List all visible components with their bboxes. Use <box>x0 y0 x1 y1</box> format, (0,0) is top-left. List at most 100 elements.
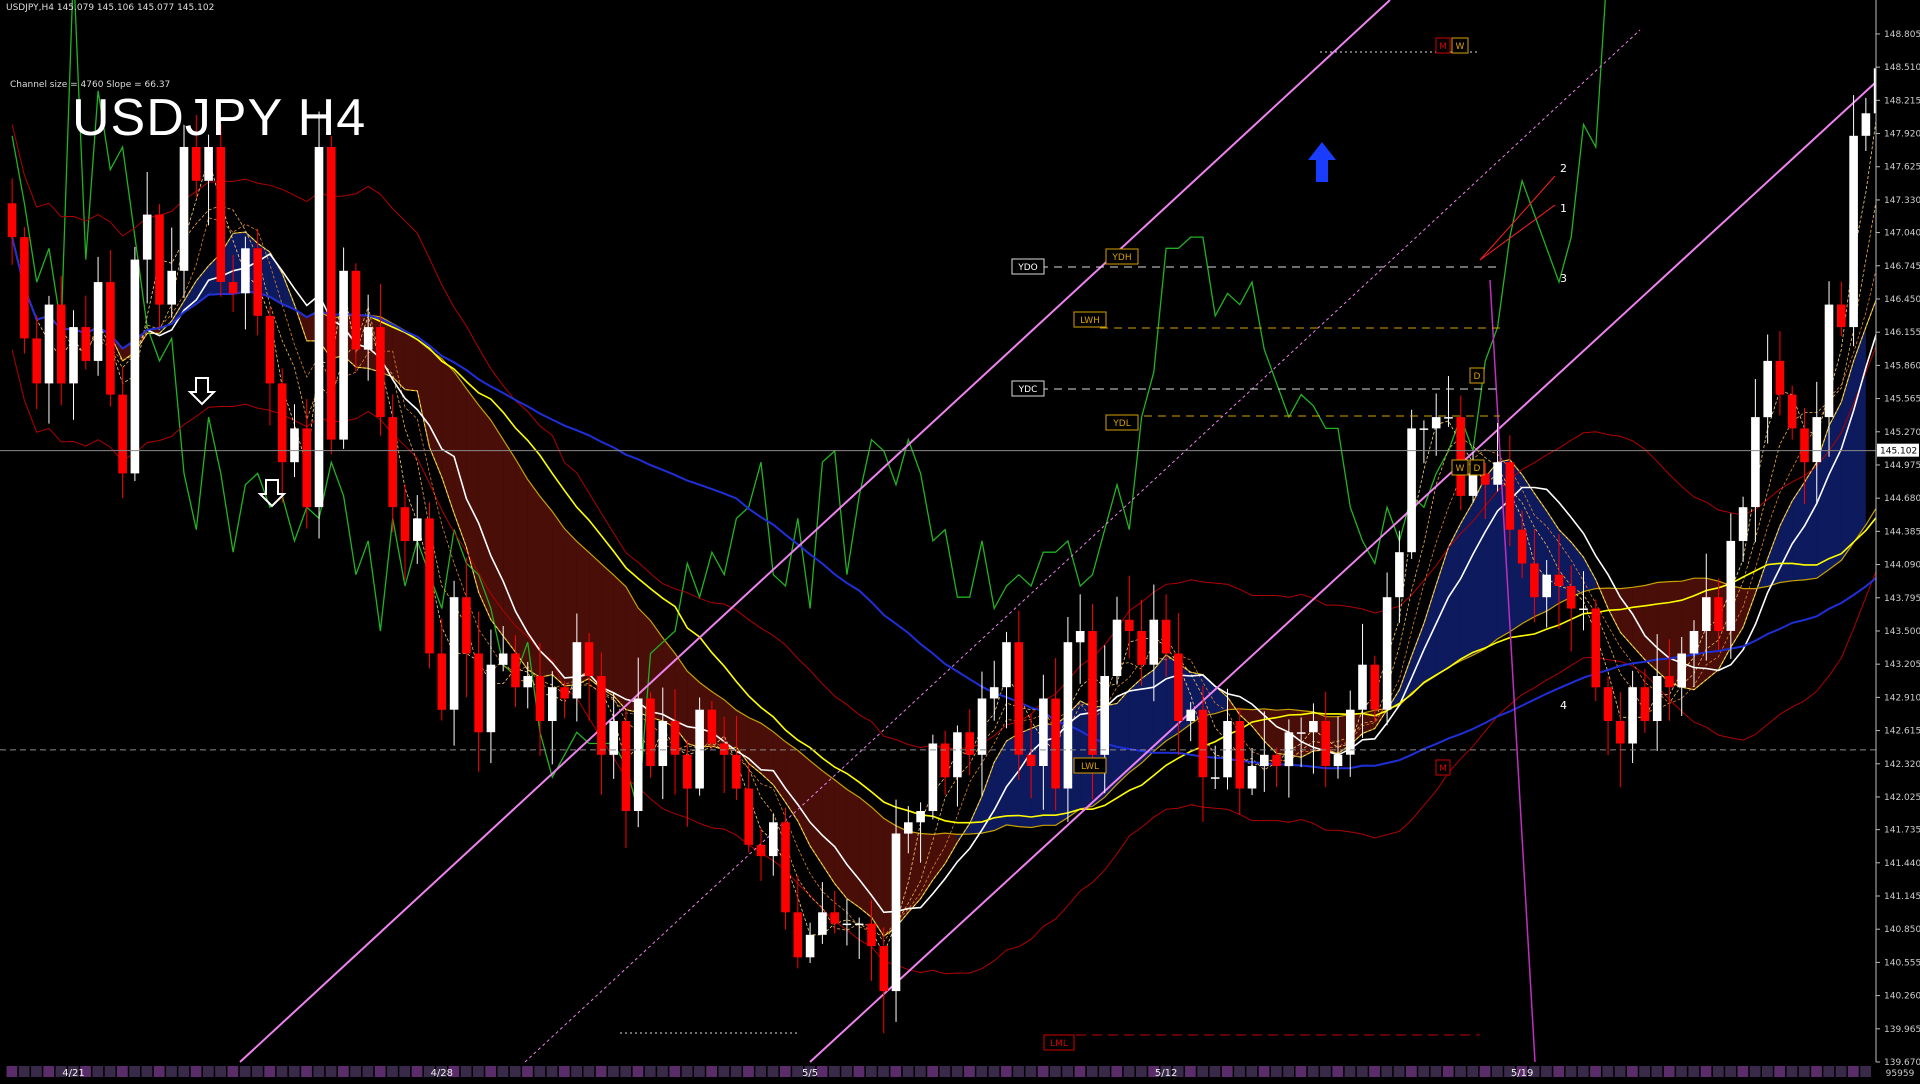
time-axis: 4/214/285/55/125/1995959 <box>0 1063 1915 1080</box>
cloud-segment <box>515 459 527 670</box>
time-axis-cell <box>375 1066 386 1077</box>
candle-body <box>1383 597 1392 710</box>
time-axis-cell <box>338 1066 349 1077</box>
cloud-segment <box>1424 585 1436 684</box>
candle-body <box>1076 631 1085 642</box>
time-axis-cell <box>890 1066 901 1077</box>
cloud-segment <box>945 833 957 863</box>
ohlc-values: 145.079 145.106 145.077 145.102 <box>57 3 214 13</box>
candle-body <box>867 924 876 947</box>
price-tick-label: 144.680 <box>1884 494 1920 504</box>
candle-body <box>462 597 471 653</box>
price-tick-label: 140.260 <box>1884 992 1920 1002</box>
cloud-segment <box>1461 502 1473 661</box>
time-axis-cell <box>363 1066 374 1077</box>
time-axis-cell <box>1075 1066 1086 1077</box>
candle-body <box>1088 631 1097 755</box>
candle-body <box>1567 586 1576 609</box>
time-axis-cell <box>866 1066 877 1077</box>
time-axis-cell <box>1467 1066 1478 1077</box>
time-axis-cell <box>976 1066 987 1077</box>
candle-body <box>1837 305 1846 328</box>
time-axis-cell <box>1848 1066 1859 1077</box>
candle-body <box>634 699 643 812</box>
candle-body <box>818 912 827 935</box>
candle-body <box>474 654 483 733</box>
time-axis-cell <box>510 1066 521 1077</box>
time-axis-cell <box>215 1066 226 1077</box>
symbol-label: USDJPY,H4 <box>6 3 54 13</box>
price-tick-label: 139.670 <box>1884 1058 1920 1068</box>
time-axis-cell <box>31 1066 42 1077</box>
time-axis-cell <box>1541 1066 1552 1077</box>
ma-white <box>12 186 1920 912</box>
time-axis-cell <box>1860 1066 1871 1077</box>
candle-body <box>965 732 974 755</box>
candle-body <box>1186 710 1195 721</box>
time-axis-cell <box>1210 1066 1221 1077</box>
candle-body <box>720 744 729 755</box>
candle-body <box>1788 395 1797 429</box>
time-axis-cell <box>534 1066 545 1077</box>
candle-body <box>855 924 864 926</box>
time-axis-cell <box>1492 1066 1503 1077</box>
time-axis-cell <box>1431 1066 1442 1077</box>
time-axis-cell <box>915 1066 926 1077</box>
candle-body <box>708 710 717 744</box>
price-chart[interactable]: 148.805148.510148.215147.920147.625147.3… <box>0 0 1920 1080</box>
cloud-segment <box>270 252 282 304</box>
candle-body <box>1493 462 1502 485</box>
time-axis-cell <box>1124 1066 1135 1077</box>
time-axis-cell <box>596 1066 607 1077</box>
candle-body <box>1358 665 1367 710</box>
candle-body <box>413 518 422 541</box>
candle-body <box>1825 305 1834 418</box>
time-axis-cell <box>1234 1066 1245 1077</box>
time-axis-cell <box>780 1066 791 1077</box>
time-axis-cell <box>129 1066 140 1077</box>
cloud-segment <box>1142 670 1154 763</box>
lwl-tag-label: LWL <box>1081 762 1099 772</box>
fast-ma-5 <box>12 116 1920 942</box>
time-axis-cell <box>1099 1066 1110 1077</box>
time-axis-cell <box>1050 1066 1061 1077</box>
candle-body <box>1027 755 1036 766</box>
cloud-segment <box>1412 623 1424 692</box>
chart-window[interactable]: 148.805148.510148.215147.920147.625147.3… <box>0 0 1920 1080</box>
time-axis-cell <box>841 1066 852 1077</box>
time-axis-cell <box>1823 1066 1834 1077</box>
candle-body <box>990 687 999 698</box>
candle-body <box>1211 777 1220 779</box>
time-axis-cell <box>43 1066 54 1077</box>
price-tick-label: 147.330 <box>1884 196 1920 206</box>
time-axis-cell <box>1185 1066 1196 1077</box>
candle-body <box>1334 755 1343 766</box>
cloud-segment <box>773 732 785 802</box>
time-axis-cell <box>1737 1066 1748 1077</box>
candle-body <box>1150 620 1159 665</box>
candle-body <box>880 946 889 991</box>
time-axis-cell <box>264 1066 275 1077</box>
time-axis-cell <box>1406 1066 1417 1077</box>
time-axis-cell <box>620 1066 631 1077</box>
cloud-segment <box>479 405 491 620</box>
candle-body <box>143 215 152 260</box>
time-axis-cell <box>1332 1066 1343 1077</box>
wave-label: 4 <box>1560 699 1567 712</box>
price-tick-label: 141.145 <box>1884 892 1920 902</box>
time-axis-cell <box>878 1066 889 1077</box>
time-axis-cell <box>1725 1066 1736 1077</box>
cloud-segment <box>1657 582 1669 683</box>
candle-body <box>573 642 582 698</box>
ydh-tag-label: YDH <box>1111 253 1131 263</box>
time-axis-cell <box>964 1066 975 1077</box>
time-axis-cell <box>1418 1066 1429 1077</box>
candle-body <box>523 676 532 687</box>
time-axis-cell <box>1062 1066 1073 1077</box>
candle-body <box>1653 676 1662 721</box>
candle-body <box>192 147 201 181</box>
cloud-segment <box>503 440 515 653</box>
candle-body <box>1064 642 1073 788</box>
price-tick-label: 140.555 <box>1884 958 1920 968</box>
price-tick-label: 148.805 <box>1884 30 1920 40</box>
